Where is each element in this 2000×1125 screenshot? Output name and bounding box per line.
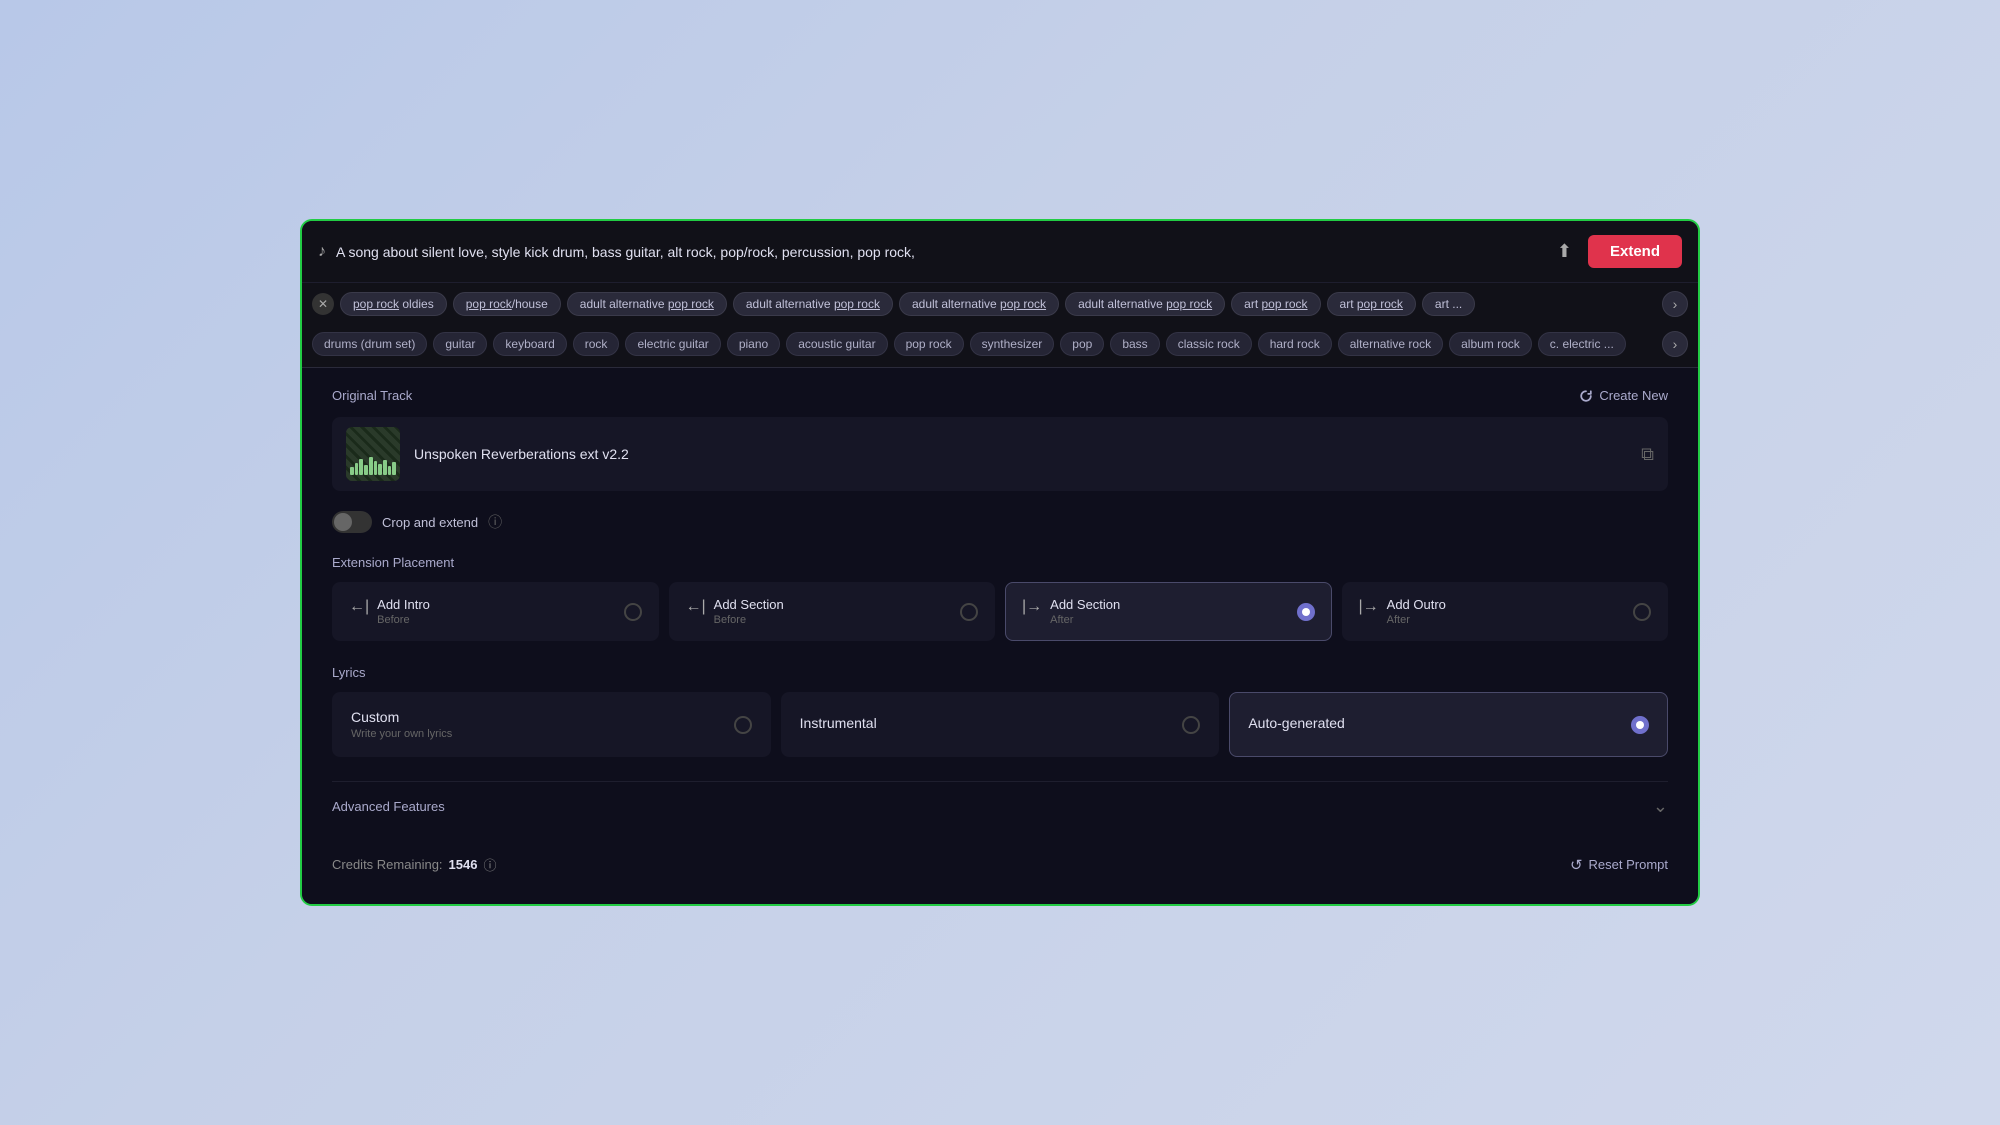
add-section-after-name: Add Section [1050,597,1120,612]
lyrics-autogenerated-name: Auto-generated [1248,715,1345,731]
tag-adult-alt-3[interactable]: adult alternative pop rock [899,292,1059,316]
placement-grid: ←| Add Intro Before ←| Add Section Befor… [332,582,1668,641]
lyrics-autogenerated[interactable]: Auto-generated [1229,692,1668,757]
credits-label: Credits Remaining: [332,857,443,872]
add-intro-name: Add Intro [377,597,430,612]
create-new-button[interactable]: Create New [1579,388,1668,403]
original-track-header: Original Track Create New [332,388,1668,403]
crop-extend-label: Crop and extend [382,515,478,530]
credits-value: 1546 [449,857,478,872]
add-section-before-radio[interactable] [960,603,978,621]
credits-info-icon[interactable]: ⓘ [483,855,496,874]
tag-pop[interactable]: pop [1060,332,1104,356]
tag-alternative-rock[interactable]: alternative rock [1338,332,1443,356]
add-section-after-sub: After [1050,614,1120,626]
lyrics-custom-name: Custom [351,709,452,725]
add-intro-icon: ←| [349,598,369,616]
tag-adult-alt-1[interactable]: adult alternative pop rock [567,292,727,316]
create-new-label: Create New [1599,388,1668,403]
lyrics-title: Lyrics [332,665,1668,680]
lyrics-custom-radio[interactable] [734,716,752,734]
placement-add-section-after[interactable]: |→ Add Section After [1005,582,1332,641]
add-outro-sub: After [1387,614,1446,626]
tag-pop-rock[interactable]: pop rock [894,332,964,356]
add-section-after-icon: |→ [1022,598,1042,616]
instruments-scroll-right[interactable]: › [1662,331,1688,357]
reset-prompt-button[interactable]: ↺ Reset Prompt [1570,856,1668,874]
tag-electric-guitar[interactable]: electric guitar [625,332,720,356]
content-area: Original Track Create New [302,368,1698,904]
tag-synthesizer[interactable]: synthesizer [970,332,1055,356]
tag-keyboard[interactable]: keyboard [493,332,566,356]
lyrics-autogenerated-radio[interactable] [1631,716,1649,734]
tag-hard-rock[interactable]: hard rock [1258,332,1332,356]
tag-pop-rock-oldies[interactable]: pop rock oldies [340,292,447,316]
footer-row: Credits Remaining: 1546 ⓘ ↺ Reset Prompt [332,851,1668,874]
tag-art-pop-rock-2[interactable]: art pop rock [1327,292,1416,316]
credits-info: Credits Remaining: 1546 ⓘ [332,855,496,874]
tag-drums[interactable]: drums (drum set) [312,332,427,356]
add-section-before-name: Add Section [714,597,784,612]
tags-scroll-right[interactable]: › [1662,291,1688,317]
close-tags-button[interactable]: ✕ [312,293,334,315]
lyrics-custom-sub: Write your own lyrics [351,728,452,740]
add-outro-name: Add Outro [1387,597,1446,612]
refresh-icon [1579,389,1593,403]
add-intro-sub: Before [377,614,430,626]
reset-icon: ↺ [1570,856,1583,874]
prompt-row: ♪ A song about silent love, style kick d… [302,221,1698,283]
placement-add-section-before[interactable]: ←| Add Section Before [669,582,996,641]
add-outro-icon: |→ [1359,598,1379,616]
add-section-before-icon: ←| [686,598,706,616]
lyrics-grid: Custom Write your own lyrics Instrumenta… [332,692,1668,757]
tag-album-rock[interactable]: album rock [1449,332,1532,356]
tag-pop-rock-house[interactable]: pop rock/house [453,292,561,316]
tag-guitar[interactable]: guitar [433,332,487,356]
reset-prompt-label: Reset Prompt [1589,857,1668,872]
upload-icon[interactable]: ⬆ [1557,241,1572,262]
chevron-down-icon: ⌄ [1653,796,1668,817]
crop-extend-row: Crop and extend ⓘ [332,511,1668,533]
prompt-section: ♪ A song about silent love, style kick d… [302,221,1698,368]
lyrics-instrumental[interactable]: Instrumental [781,692,1220,757]
main-container: ♪ A song about silent love, style kick d… [300,219,1700,906]
lyrics-instrumental-name: Instrumental [800,715,877,731]
tag-bass[interactable]: bass [1110,332,1159,356]
prompt-text[interactable]: A song about silent love, style kick dru… [336,244,1557,260]
lyrics-instrumental-radio[interactable] [1182,716,1200,734]
tags-row-1: ✕ pop rock oldies pop rock/house adult a… [302,283,1698,325]
track-thumbnail [346,427,400,481]
tag-piano[interactable]: piano [727,332,780,356]
placement-add-outro[interactable]: |→ Add Outro After [1342,582,1669,641]
tag-classic-rock[interactable]: classic rock [1166,332,1252,356]
placement-add-intro[interactable]: ←| Add Intro Before [332,582,659,641]
advanced-features-label: Advanced Features [332,799,445,814]
add-outro-radio[interactable] [1633,603,1651,621]
tag-rock[interactable]: rock [573,332,620,356]
extension-placement-title: Extension Placement [332,555,1668,570]
track-card: Unspoken Reverberations ext v2.2 ⧉ [332,417,1668,491]
tag-art-ellipsis[interactable]: art ... [1422,292,1475,316]
instruments-row: drums (drum set) guitar keyboard rock el… [302,325,1698,367]
advanced-features-row[interactable]: Advanced Features ⌄ [332,781,1668,831]
track-name: Unspoken Reverberations ext v2.2 [414,446,1641,462]
crop-extend-toggle[interactable] [332,511,372,533]
lyrics-custom[interactable]: Custom Write your own lyrics [332,692,771,757]
info-icon[interactable]: ⓘ [488,512,502,532]
tag-acoustic-guitar[interactable]: acoustic guitar [786,332,887,356]
tag-art-pop-rock-1[interactable]: art pop rock [1231,292,1320,316]
original-track-title: Original Track [332,388,412,403]
tag-adult-alt-2[interactable]: adult alternative pop rock [733,292,893,316]
add-section-before-sub: Before [714,614,784,626]
tag-c-electric[interactable]: c. electric ... [1538,332,1626,356]
extend-button[interactable]: Extend [1588,235,1682,268]
add-intro-radio[interactable] [624,603,642,621]
add-section-after-radio[interactable] [1297,603,1315,621]
copy-icon[interactable]: ⧉ [1641,444,1654,465]
tag-adult-alt-4[interactable]: adult alternative pop rock [1065,292,1225,316]
music-icon: ♪ [318,243,326,261]
